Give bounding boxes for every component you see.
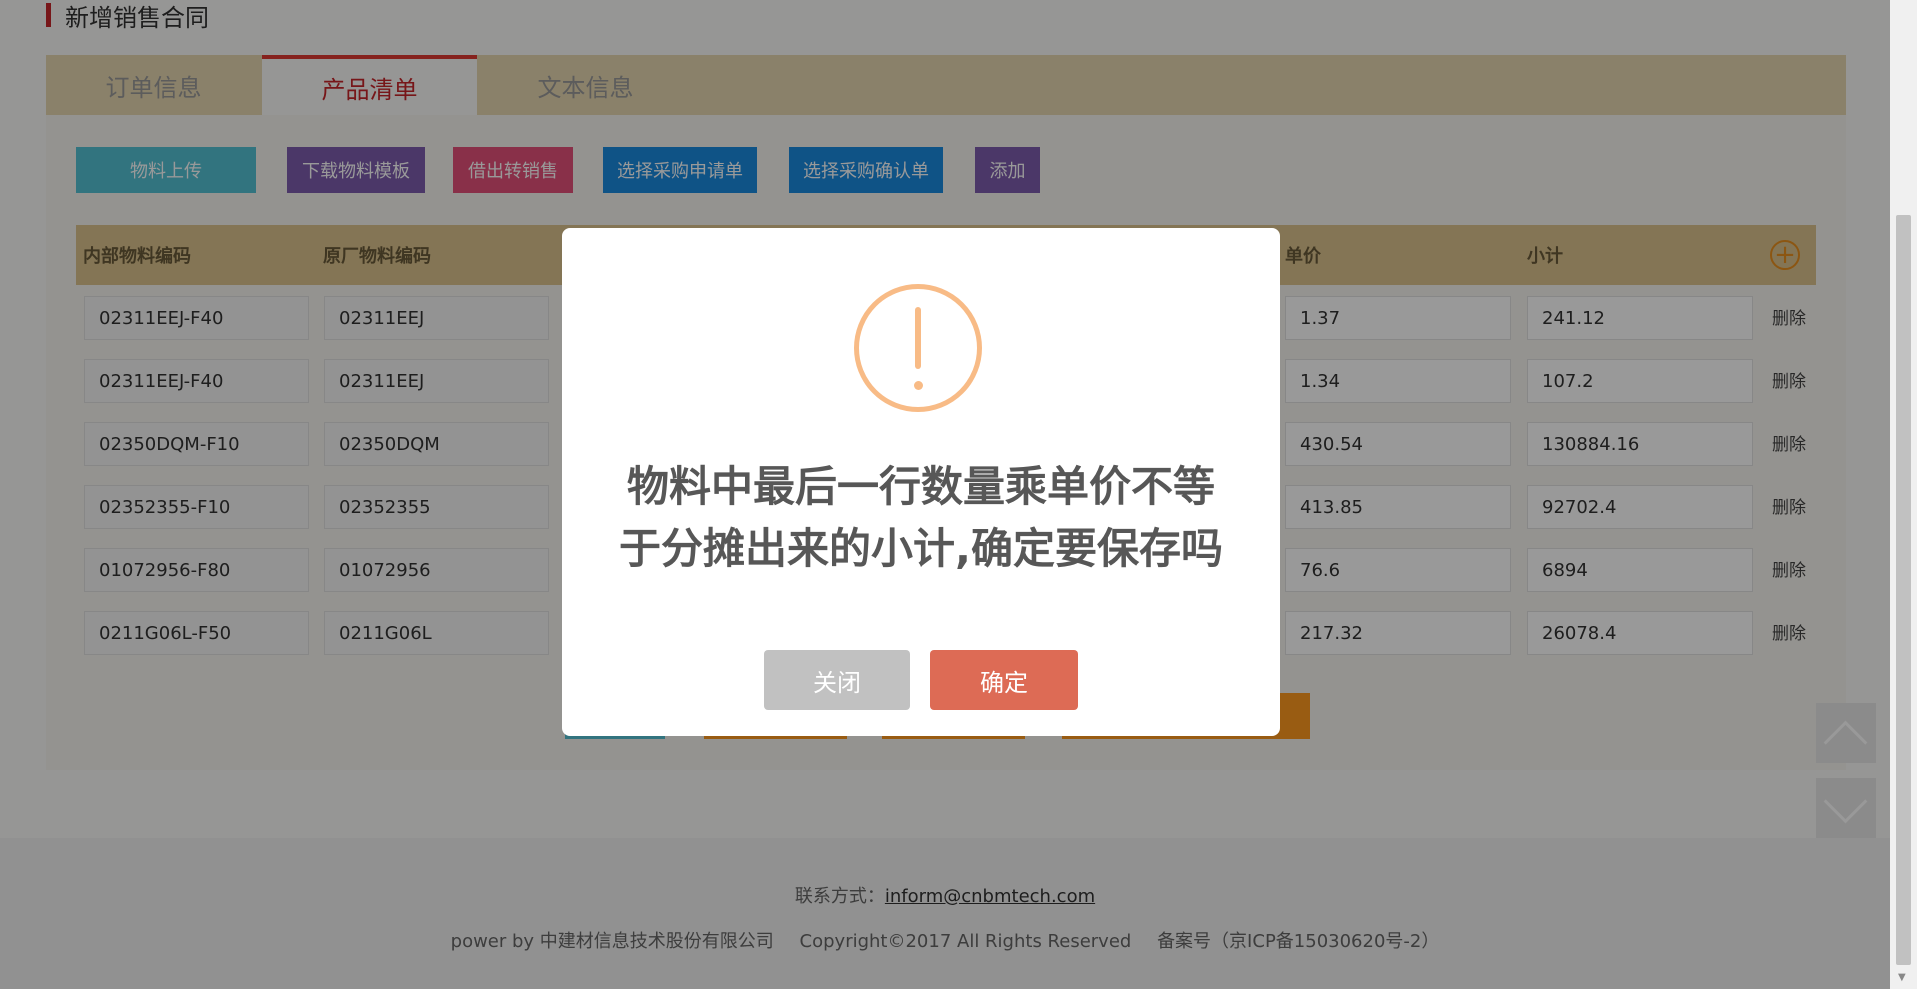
confirm-button[interactable]: 确定	[930, 650, 1078, 710]
dialog-message-line-2: 于分摊出来的小计,确定要保存吗	[619, 524, 1223, 573]
scrollbar-thumb[interactable]	[1896, 215, 1911, 965]
scroll-down-arrow-icon[interactable]: ▼	[1898, 972, 1906, 983]
confirm-dialog: 物料中最后一行数量乘单价不等 于分摊出来的小计,确定要保存吗 关闭 确定	[562, 228, 1280, 736]
dialog-message-line-1: 物料中最后一行数量乘单价不等	[626, 462, 1215, 511]
warning-dot	[914, 381, 923, 390]
warning-bar	[915, 307, 921, 369]
dialog-message: 物料中最后一行数量乘单价不等 于分摊出来的小计,确定要保存吗	[592, 456, 1250, 580]
vertical-scrollbar[interactable]: ▼	[1890, 0, 1917, 989]
warning-icon	[854, 284, 982, 412]
close-button[interactable]: 关闭	[764, 650, 910, 710]
